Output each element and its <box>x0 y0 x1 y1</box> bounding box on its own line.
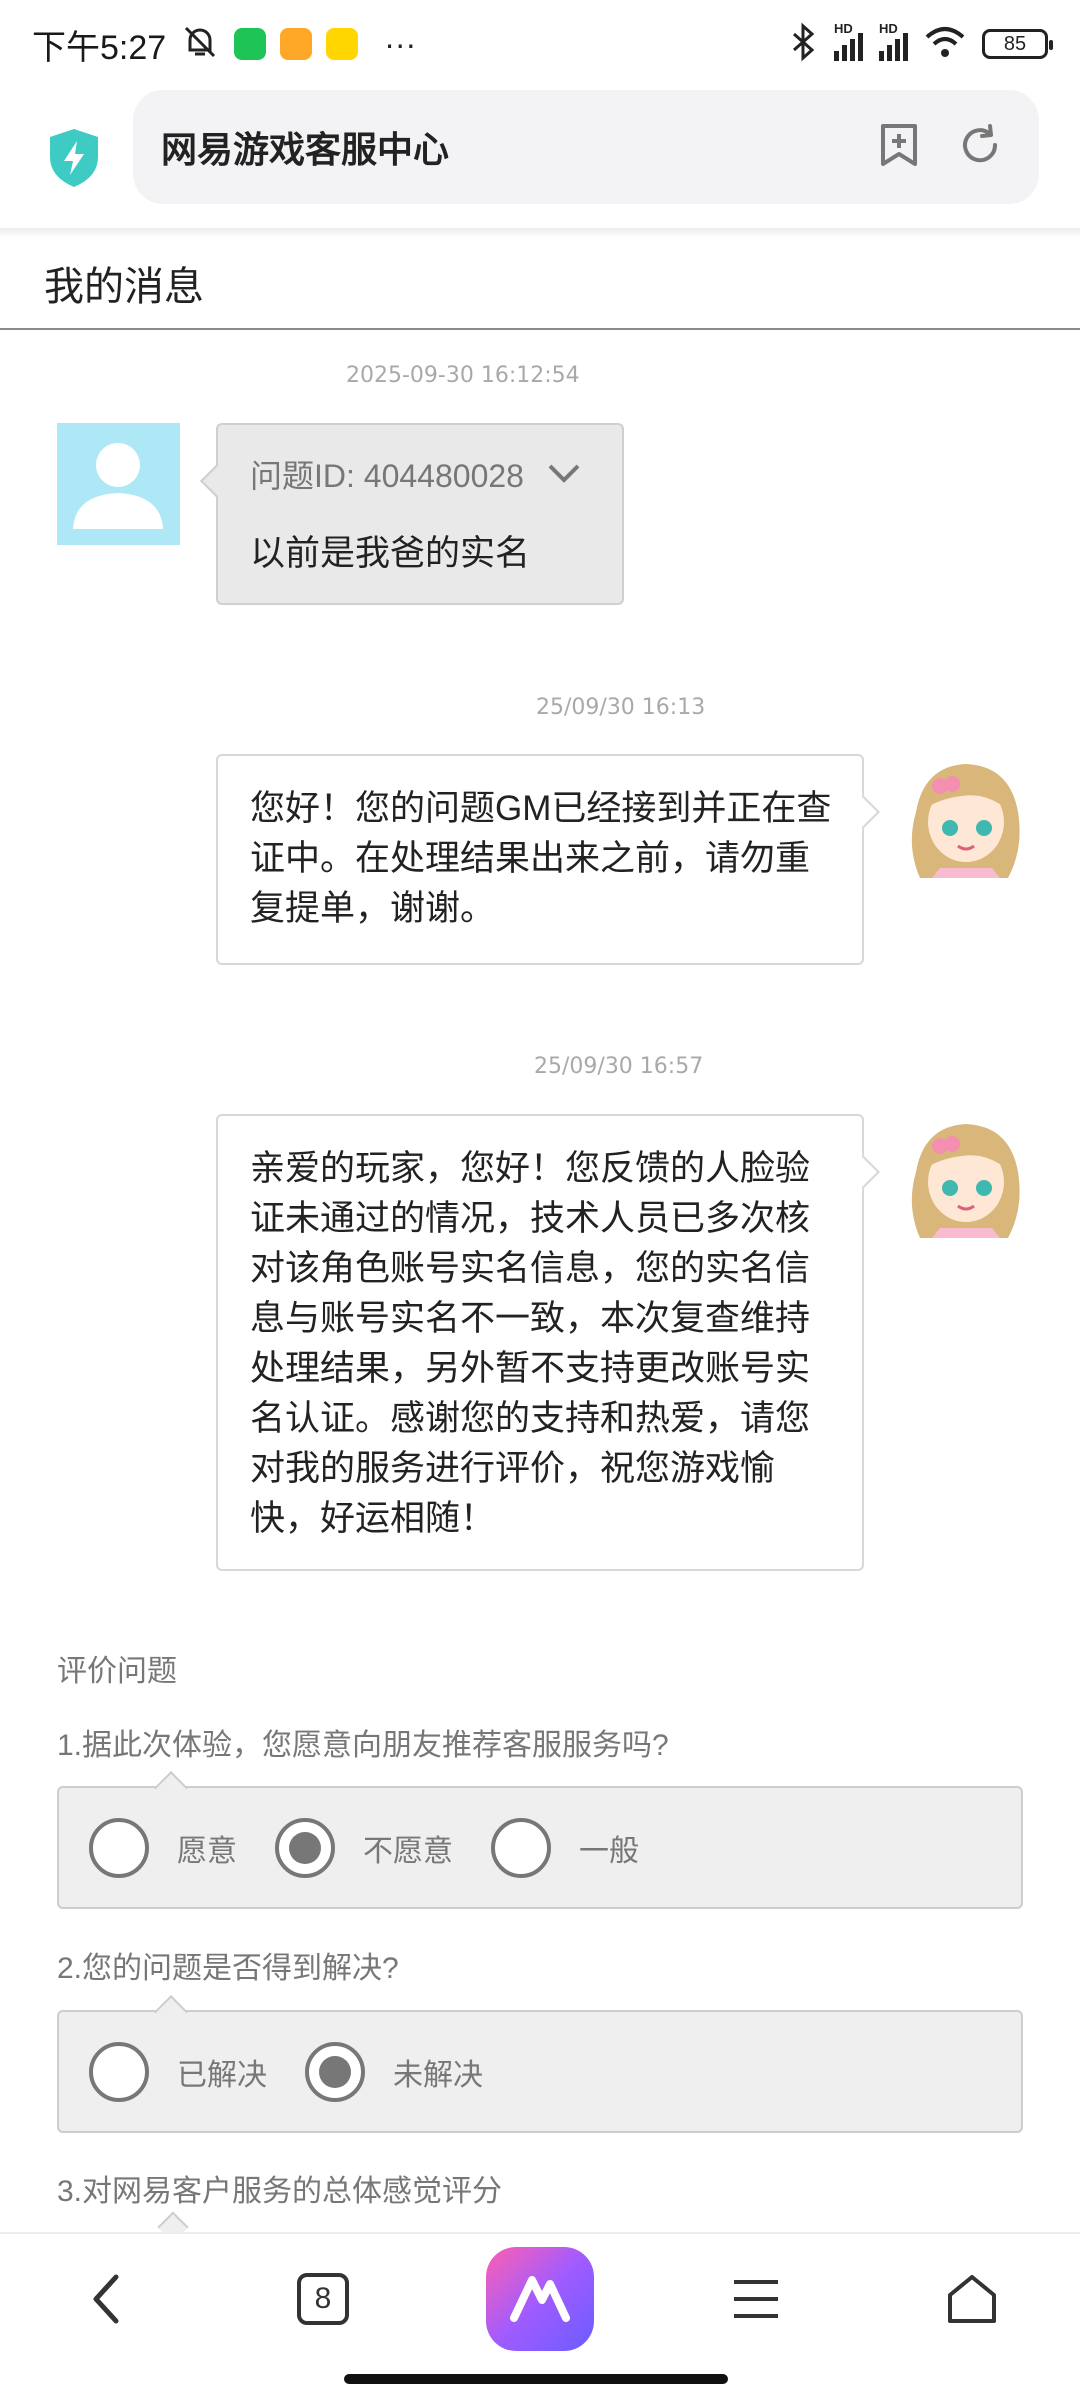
option-label[interactable]: 不愿意 <box>363 1826 453 1870</box>
home-indicator[interactable] <box>344 2374 728 2384</box>
ai-assistant-button[interactable] <box>480 2234 600 2364</box>
menu-icon[interactable] <box>730 2276 782 2322</box>
person-icon <box>73 443 163 529</box>
back-icon[interactable] <box>86 2271 126 2327</box>
status-right-icons: HD HD 85 <box>788 21 1053 67</box>
status-time: 下午5:27 <box>32 28 167 67</box>
radio-unchecked[interactable] <box>89 1817 149 1878</box>
gm-avatar <box>900 1116 1026 1238</box>
add-bookmark-icon[interactable] <box>877 122 921 173</box>
wechat-icon <box>234 28 267 60</box>
question-1-options: 愿意 不愿意 一般 <box>57 1786 1023 1909</box>
chevron-down-icon[interactable] <box>546 456 582 493</box>
battery-icon: 85 <box>982 29 1053 59</box>
gm-message-bubble: 亲爱的玩家，您好！您反馈的人脸验证未通过的情况，技术人员已多次核对该角色账号实名… <box>216 1114 864 1571</box>
menu-button[interactable] <box>696 2234 816 2364</box>
signal-hd-icon: HD <box>879 21 908 61</box>
rating-section-title: 评价问题 <box>57 1655 177 1688</box>
tabs-button[interactable]: 8 <box>263 2234 383 2364</box>
radio-checked[interactable] <box>305 2041 365 2102</box>
home-button[interactable] <box>912 2234 1032 2364</box>
gm-avatar <box>900 756 1026 878</box>
bluetooth-icon <box>788 22 818 67</box>
status-left-icons: ··· <box>180 22 416 67</box>
option-resolved[interactable]: 已解决 <box>89 2041 267 2102</box>
page-url-title[interactable]: 网易游戏客服中心 <box>161 121 449 173</box>
radio-checked[interactable] <box>275 1817 335 1878</box>
option-label[interactable]: 一般 <box>579 1826 639 1870</box>
user-avatar <box>57 423 180 545</box>
user-message-text: 以前是我爸的实名 <box>250 534 531 573</box>
message-timestamp: 25/09/30 16:57 <box>534 1054 704 1079</box>
url-box[interactable]: 网易游戏客服中心 <box>133 90 1039 204</box>
option-label[interactable]: 已解决 <box>177 2050 267 2094</box>
game-app-icon <box>326 28 359 60</box>
ai-assistant-icon[interactable] <box>486 2247 594 2351</box>
option-label[interactable]: 未解决 <box>393 2050 483 2094</box>
back-button[interactable] <box>46 2234 166 2364</box>
question-2-options: 已解决 未解决 <box>57 2010 1023 2133</box>
user-message-bubble: 问题ID: 404480028 以前是我爸的实名 <box>216 423 624 605</box>
message-timestamp: 25/09/30 16:13 <box>536 695 706 720</box>
refresh-icon[interactable] <box>957 122 1003 173</box>
message-timestamp: 2025-09-30 16:12:54 <box>346 363 580 388</box>
question-label: 1.据此次体验，您愿意向朋友推荐客服服务吗? <box>57 1729 669 1762</box>
gm-message-text: 亲爱的玩家，您好！您反馈的人脸验证未通过的情况，技术人员已多次核对该角色账号实名… <box>250 1149 811 1538</box>
gm-message-text: 您好！您的问题GM已经接到并正在查证中。在处理结果出来之前，请勿重复提单，谢谢。 <box>250 789 832 928</box>
option-neutral[interactable]: 一般 <box>491 1817 639 1878</box>
radio-unchecked[interactable] <box>89 2041 149 2102</box>
mute-bell-icon <box>180 22 220 67</box>
gm-message-bubble: 您好！您的问题GM已经接到并正在查证中。在处理结果出来之前，请勿重复提单，谢谢。 <box>216 754 864 965</box>
question-label: 3.对网易客户服务的总体感觉评分 <box>57 2175 503 2208</box>
more-dots-icon: ··· <box>384 25 417 62</box>
wifi-icon <box>924 25 966 64</box>
url-actions <box>877 122 1003 173</box>
page-title: 我的消息 <box>44 265 204 309</box>
address-bar-shadow <box>0 228 1080 238</box>
tabs-icon[interactable]: 8 <box>297 2273 349 2325</box>
option-unresolved[interactable]: 未解决 <box>305 2041 483 2102</box>
option-label[interactable]: 愿意 <box>177 1826 237 1870</box>
signal-hd-icon: HD <box>834 21 863 61</box>
option-willing[interactable]: 愿意 <box>89 1817 237 1878</box>
shield-bolt-icon[interactable] <box>38 122 110 194</box>
status-bar: 下午5:27 ··· HD HD 85 <box>0 0 1080 88</box>
question-id-label: 问题ID: 404480028 <box>250 458 524 494</box>
page-header: 我的消息 <box>0 238 1080 330</box>
radio-unchecked[interactable] <box>491 1817 551 1878</box>
home-icon[interactable] <box>944 2271 1000 2327</box>
question-id-row[interactable]: 问题ID: 404480028 <box>250 451 582 497</box>
option-unwilling[interactable]: 不愿意 <box>275 1817 453 1878</box>
note-app-icon <box>280 28 313 60</box>
question-label: 2.您的问题是否得到解决? <box>57 1952 399 1985</box>
browser-address-bar: 网易游戏客服中心 <box>0 88 1080 228</box>
